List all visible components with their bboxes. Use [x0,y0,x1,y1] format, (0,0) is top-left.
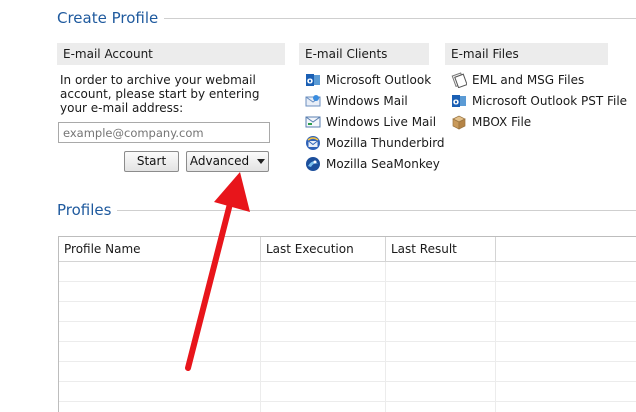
email-client-label: Windows Mail [326,93,408,108]
email-file-label: MBOX File [472,114,532,129]
outlook-icon: o [305,72,321,88]
outlook-pst-icon: o [451,93,467,109]
column-header-last-execution[interactable]: Last Execution [261,237,386,261]
table-row [59,362,636,382]
email-client-windows-live-mail[interactable]: Windows Live Mail [305,111,445,132]
profiles-title: Profiles [57,201,118,219]
table-row [59,402,636,412]
svg-text:o: o [307,76,313,86]
advanced-button[interactable]: Advanced [186,151,269,172]
email-file-label: EML and MSG Files [472,72,585,87]
thunderbird-icon [305,135,321,151]
table-row [59,262,636,282]
dropdown-arrow-icon [257,159,266,164]
email-files-header: E-mail Files [445,43,608,65]
column-header-profile-name[interactable]: Profile Name [59,237,261,261]
seamonkey-icon [305,156,321,172]
table-row [59,282,636,302]
profiles-table-body [59,262,636,412]
email-client-label: Microsoft Outlook [326,72,432,87]
windows-live-mail-icon [305,114,321,130]
table-row [59,382,636,402]
email-client-label: Mozilla SeaMonkey [326,156,440,171]
table-row [59,302,636,322]
table-row [59,322,636,342]
mbox-file-icon [451,114,467,130]
email-file-outlook-pst[interactable]: o Microsoft Outlook PST File [451,90,631,111]
email-client-mozilla-thunderbird[interactable]: Mozilla Thunderbird [305,132,445,153]
column-header-last-result[interactable]: Last Result [386,237,496,261]
email-files-list: EML and MSG Files o Microsoft Outlook PS… [451,69,631,132]
advanced-button-label: Advanced [189,154,250,168]
eml-msg-files-icon [451,71,468,88]
column-header-filler [496,237,636,261]
email-clients-list: o Microsoft Outlook Windows Mail Windows… [305,69,445,174]
email-client-microsoft-outlook[interactable]: o Microsoft Outlook [305,69,445,90]
windows-mail-icon [305,93,321,109]
email-client-label: Mozilla Thunderbird [326,135,445,150]
profiles-table[interactable]: Profile Name Last Execution Last Result [58,236,636,412]
profiles-table-header: Profile Name Last Execution Last Result [59,237,636,262]
email-clients-header: E-mail Clients [299,43,429,65]
email-client-windows-mail[interactable]: Windows Mail [305,90,445,111]
email-address-input[interactable] [58,122,270,143]
email-client-mozilla-seamonkey[interactable]: Mozilla SeaMonkey [305,153,445,174]
email-account-header: E-mail Account [57,43,285,65]
email-file-eml-msg[interactable]: EML and MSG Files [451,69,631,90]
annotation-arrow-head [214,172,250,212]
create-profile-title: Create Profile [57,9,165,27]
email-file-label: Microsoft Outlook PST File [472,93,628,108]
svg-text:o: o [453,97,459,107]
start-button[interactable]: Start [124,151,179,172]
profiles-divider [57,210,636,211]
table-row [59,342,636,362]
email-file-mbox[interactable]: MBOX File [451,111,631,132]
email-client-label: Windows Live Mail [326,114,437,129]
email-account-description: In order to archive your webmail account… [60,73,260,115]
